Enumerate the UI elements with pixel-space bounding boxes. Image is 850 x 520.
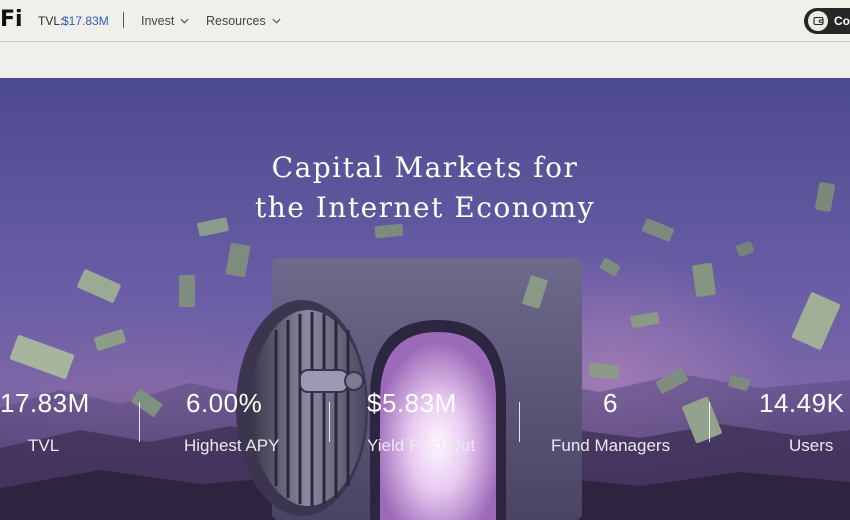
money-bill-decoration xyxy=(588,362,620,380)
stat-tvl-label: TVL xyxy=(28,436,60,455)
tvl-value: $17.83M xyxy=(62,14,109,28)
connect-wallet-label: Co xyxy=(834,14,850,28)
chevron-down-icon xyxy=(272,18,281,24)
chevron-down-icon xyxy=(180,18,189,24)
stat-tvl-value: 17.83M xyxy=(0,388,90,418)
money-bill-decoration xyxy=(630,311,660,329)
money-bill-decoration xyxy=(692,263,716,297)
money-bill-decoration xyxy=(94,329,126,351)
money-bill-decoration xyxy=(728,375,750,391)
connect-wallet-button[interactable]: Co xyxy=(804,8,850,34)
stat-managers-label: Fund Managers xyxy=(551,436,671,455)
stat-divider xyxy=(519,402,520,442)
hero-title-line2: the Internet Economy xyxy=(254,191,596,224)
money-bill-decoration xyxy=(599,258,621,276)
money-bill-decoration xyxy=(9,335,75,379)
stat-users-value: 14.49K xyxy=(759,388,845,418)
money-bill-decoration xyxy=(225,242,251,278)
stat-yield-value: $5.83M xyxy=(367,388,457,418)
money-bill-decoration xyxy=(792,292,840,350)
hero-title-line1: Capital Markets for xyxy=(271,151,579,184)
money-bill-decoration xyxy=(77,269,121,303)
stat-apy-label: Highest APY xyxy=(184,436,280,455)
stat-yield-label: Yield Paid Out xyxy=(367,436,476,455)
stat-users-label: Users xyxy=(789,436,834,455)
nav-menu-invest[interactable]: Invest xyxy=(141,14,189,28)
nav-menu-resources[interactable]: Resources xyxy=(206,14,281,28)
money-bill-decoration xyxy=(682,396,722,444)
money-bill-decoration xyxy=(656,368,688,394)
top-nav: Fi TVL: $17.83M Invest Resources Co xyxy=(0,0,850,42)
nav-menu-resources-label: Resources xyxy=(206,14,266,28)
stat-divider xyxy=(709,402,710,442)
money-bill-decoration xyxy=(522,275,548,309)
stat-apy-value: 6.00% xyxy=(186,388,263,418)
logo[interactable]: Fi xyxy=(0,7,23,32)
tvl-label: TVL: xyxy=(38,14,64,28)
stat-managers-value: 6 xyxy=(603,388,618,418)
stat-divider xyxy=(329,402,330,442)
nav-divider xyxy=(123,12,124,28)
stat-divider xyxy=(139,402,140,442)
nav-menu-invest-label: Invest xyxy=(141,14,175,28)
money-bill-decoration xyxy=(131,389,163,417)
wallet-icon xyxy=(808,11,828,31)
sub-bar xyxy=(0,42,850,78)
money-bill-decoration xyxy=(179,275,195,307)
money-bill-decoration xyxy=(735,241,755,257)
hero-title: Capital Markets for the Internet Economy xyxy=(0,148,850,228)
